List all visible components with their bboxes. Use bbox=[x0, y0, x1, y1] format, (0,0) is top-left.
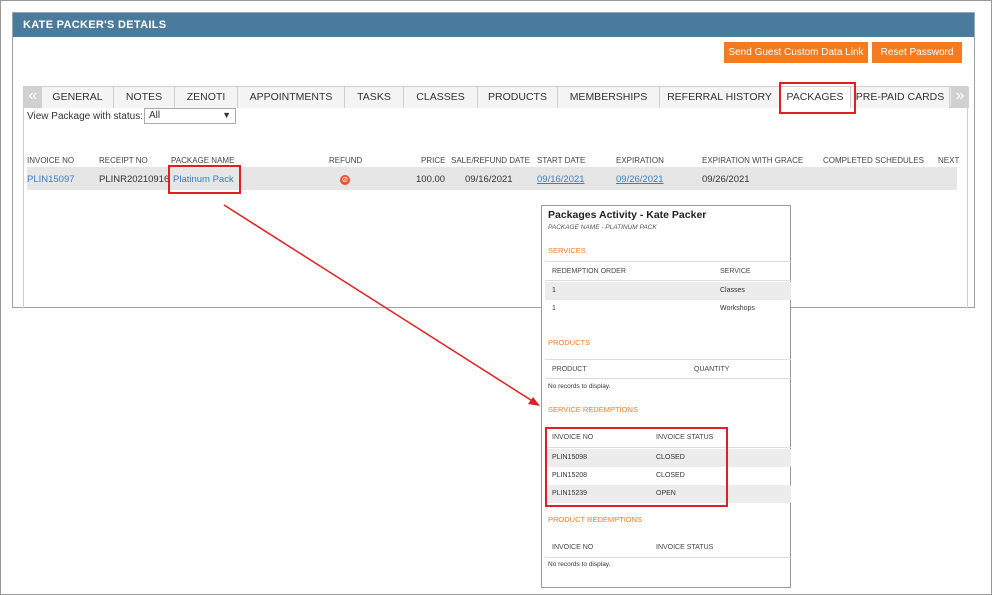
column-header-service: SERVICE bbox=[720, 268, 751, 275]
service-name: Workshops bbox=[720, 305, 755, 312]
redemption-order: 1 bbox=[552, 287, 556, 294]
products-heading: PRODUCTS bbox=[548, 338, 591, 347]
products-header-row: PRODUCT QUANTITY bbox=[545, 359, 791, 379]
products-empty-message: No records to display. bbox=[548, 383, 611, 390]
service-redemptions-heading: SERVICE REDEMPTIONS bbox=[548, 405, 638, 414]
service-name: Classes bbox=[720, 287, 745, 294]
column-header-invoice-no: INVOICE NO bbox=[552, 544, 594, 551]
column-header-invoice-status: INVOICE STATUS bbox=[656, 544, 714, 551]
list-item: 1 Classes bbox=[545, 282, 791, 300]
services-heading: SERVICES bbox=[548, 246, 586, 255]
column-header-redemption-order: REDEMPTION ORDER bbox=[552, 268, 626, 275]
list-item: 1 Workshops bbox=[545, 300, 791, 318]
services-header-row: REDEMPTION ORDER SERVICE bbox=[545, 261, 791, 281]
redemption-order: 1 bbox=[552, 305, 556, 312]
product-redemptions-header-row: INVOICE NO INVOICE STATUS bbox=[545, 538, 791, 558]
product-redemptions-empty-message: No records to display. bbox=[548, 561, 611, 568]
popup-subtitle: PACKAGE NAME - PLATINUM PACK bbox=[548, 224, 657, 231]
product-redemptions-heading: PRODUCT REDEMPTIONS bbox=[548, 515, 643, 524]
callout-arrow bbox=[223, 204, 540, 406]
column-header-product: PRODUCT bbox=[552, 366, 587, 373]
popup-title: Packages Activity - Kate Packer bbox=[548, 209, 707, 221]
service-redemptions-highlight bbox=[545, 427, 728, 507]
column-header-quantity: QUANTITY bbox=[694, 366, 730, 373]
packages-activity-popup: Packages Activity - Kate Packer PACKAGE … bbox=[541, 205, 791, 588]
